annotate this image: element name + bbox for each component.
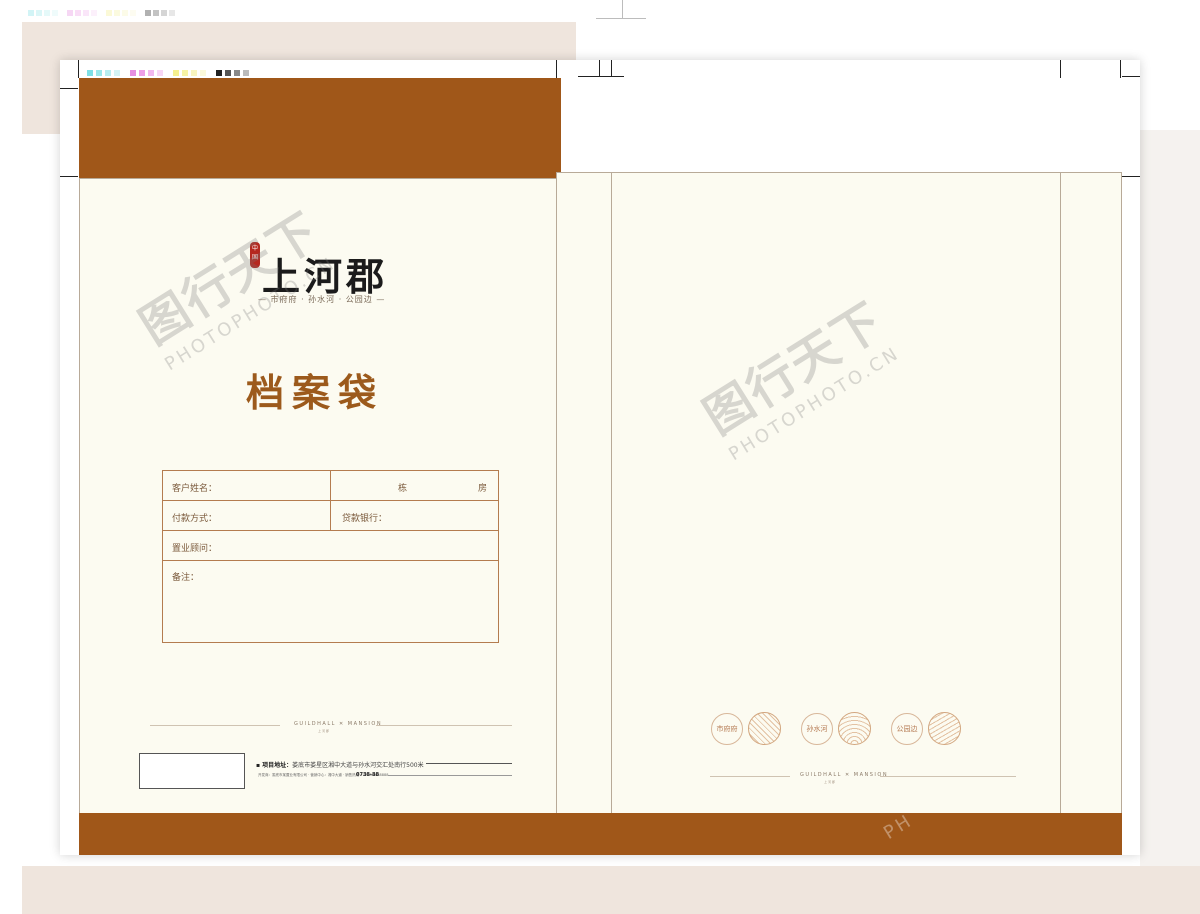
faint-color-bar (28, 10, 175, 16)
consultant-field[interactable]: 置业顾问： (172, 541, 217, 554)
side-gusset-left (556, 172, 612, 814)
side-gusset-right (1060, 172, 1122, 814)
color-swatch (139, 70, 145, 76)
project-address: ▪ 项目地址：娄底市娄星区湘中大道与孙水河交汇处南行500米 (256, 762, 424, 769)
color-swatch (225, 70, 231, 76)
crop-mark (578, 76, 624, 77)
mountain-art-icon (928, 712, 961, 745)
color-swatch (105, 70, 111, 76)
color-swatch (96, 70, 102, 76)
color-registration-bar (87, 70, 249, 76)
crop-mark (60, 88, 78, 89)
color-swatch (169, 10, 175, 16)
payment-method-field[interactable]: 付款方式： (172, 511, 217, 524)
back-panel (611, 172, 1061, 814)
footer-brand-sub: 上河郡 (318, 729, 331, 733)
back-footer-rule (880, 776, 1016, 777)
customer-name-field[interactable]: 客户姓名： (172, 481, 217, 494)
color-swatch (191, 70, 197, 76)
color-swatch (161, 10, 167, 16)
color-swatch (243, 70, 249, 76)
badge-city-hall: 市府府 (711, 713, 743, 745)
address-text: 娄底市娄星区湘中大道与孙水河交汇处南行500米 (292, 762, 424, 769)
color-swatch (114, 10, 120, 16)
crop-mark (1120, 60, 1121, 78)
form-rule (162, 560, 499, 561)
color-swatch (28, 10, 34, 16)
notes-field[interactable]: 备注： (172, 570, 199, 583)
crop-mark (1060, 60, 1061, 78)
color-swatch (44, 10, 50, 16)
unit-field[interactable]: 房 (478, 481, 487, 494)
back-brand-sub: 上河郡 (824, 780, 837, 784)
fine-print-rule (388, 775, 512, 776)
hotline-number: 0738-88 (356, 772, 379, 778)
print-layout-stage: 中国 上河郡 — 市府府 · 孙水河 · 公园边 — 档案袋 客户姓名： 栋 房… (0, 0, 1200, 914)
color-swatch (52, 10, 58, 16)
crop-mark (622, 0, 623, 18)
address-label: 项目地址： (262, 762, 293, 769)
crop-mark (611, 60, 612, 76)
color-swatch (87, 70, 93, 76)
address-rule (426, 763, 512, 764)
color-swatch (106, 10, 112, 16)
crop-mark (556, 60, 557, 78)
color-swatch (216, 70, 222, 76)
color-swatch (153, 10, 159, 16)
form-rule (162, 530, 499, 531)
building-field[interactable]: 栋 (398, 481, 407, 494)
background-plate-right (1140, 130, 1200, 870)
crop-mark (596, 18, 646, 19)
color-swatch (145, 10, 151, 16)
color-swatch (157, 70, 163, 76)
color-swatch (200, 70, 206, 76)
wave-art-icon (838, 712, 871, 745)
footer-rule (376, 725, 512, 726)
crop-mark (1122, 76, 1140, 77)
badge-art-icon (748, 712, 781, 745)
top-flap (79, 78, 561, 178)
footer-rule (150, 725, 280, 726)
color-swatch (83, 10, 89, 16)
back-footer-rule (710, 776, 790, 777)
crop-mark (1122, 176, 1140, 177)
color-swatch (36, 10, 42, 16)
footer-brand-mark: GUILDHALL ✕ MANSION (294, 721, 383, 727)
background-plate-bottom (22, 866, 1200, 914)
bottom-band (79, 813, 1122, 855)
color-swatch (67, 10, 73, 16)
color-swatch (130, 70, 136, 76)
badge-park: 公园边 (891, 713, 923, 745)
crop-mark (78, 60, 79, 78)
form-divider (330, 470, 331, 530)
color-swatch (91, 10, 97, 16)
label-box (139, 753, 245, 789)
document-title: 档案袋 (246, 371, 385, 415)
color-swatch (75, 10, 81, 16)
back-brand-mark: GUILDHALL ✕ MANSION (800, 772, 889, 778)
badge-river: 孙水河 (801, 713, 833, 745)
loan-bank-field[interactable]: 贷款银行： (342, 511, 387, 524)
color-swatch (122, 10, 128, 16)
color-swatch (148, 70, 154, 76)
crop-mark (599, 60, 600, 76)
color-swatch (182, 70, 188, 76)
color-swatch (130, 10, 136, 16)
crop-mark (60, 176, 78, 177)
color-swatch (173, 70, 179, 76)
color-swatch (234, 70, 240, 76)
color-swatch (114, 70, 120, 76)
